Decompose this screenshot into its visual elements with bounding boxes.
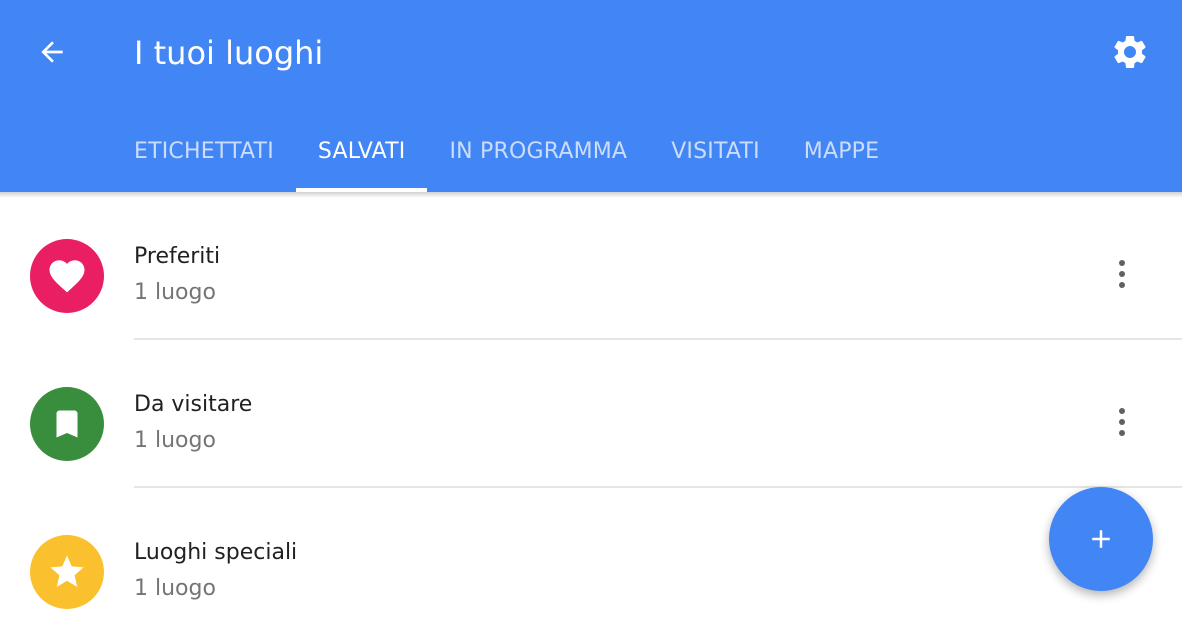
- page-title: I tuoi luoghi: [134, 34, 324, 72]
- tab-label: VISITATI: [671, 138, 760, 164]
- list-subtitle: 1 luogo: [134, 428, 216, 453]
- saved-lists: Preferiti 1 luogo Da visitare 1 luogo Lu…: [0, 192, 1182, 620]
- more-options-button[interactable]: [1100, 252, 1144, 296]
- more-vert-icon: [1119, 408, 1125, 436]
- tab-salvati[interactable]: SALVATI: [295, 110, 428, 192]
- tab-label: IN PROGRAMMA: [449, 138, 628, 164]
- tab-etichettati[interactable]: ETICHETTATI: [112, 110, 296, 192]
- list-avatar: [30, 535, 104, 609]
- tab-label: ETICHETTATI: [134, 138, 274, 164]
- back-button[interactable]: [22, 22, 82, 82]
- list-title: Luoghi speciali: [134, 540, 298, 565]
- add-list-fab[interactable]: [1049, 487, 1153, 591]
- list-avatar: [30, 239, 104, 313]
- more-options-button[interactable]: [1100, 400, 1144, 444]
- list-subtitle: 1 luogo: [134, 576, 216, 601]
- settings-button[interactable]: [1100, 22, 1160, 82]
- app-bar: I tuoi luoghi ETICHETTATI SALVATI IN PRO…: [0, 0, 1182, 192]
- tab-bar: ETICHETTATI SALVATI IN PROGRAMMA VISITAT…: [112, 110, 901, 192]
- tab-label: SALVATI: [317, 138, 406, 164]
- more-vert-icon: [1119, 260, 1125, 288]
- bookmark-icon: [56, 410, 78, 438]
- list-item-da-visitare[interactable]: Da visitare 1 luogo: [0, 340, 1182, 488]
- list-item-luoghi-speciali[interactable]: Luoghi speciali 1 luogo: [0, 488, 1182, 620]
- tab-mappe[interactable]: MAPPE: [782, 110, 901, 192]
- list-title: Preferiti: [134, 244, 221, 269]
- list-item-preferiti[interactable]: Preferiti 1 luogo: [0, 192, 1182, 340]
- arrow-back-icon: [41, 41, 63, 63]
- tab-visitati[interactable]: VISITATI: [649, 110, 782, 192]
- list-title: Da visitare: [134, 392, 253, 417]
- list-avatar: [30, 387, 104, 461]
- plus-icon: [1092, 530, 1110, 548]
- star-icon: [50, 555, 84, 587]
- tab-label: MAPPE: [803, 138, 880, 164]
- heart-icon: [49, 260, 85, 293]
- app-window: I tuoi luoghi ETICHETTATI SALVATI IN PRO…: [0, 0, 1182, 620]
- tab-in-programma[interactable]: IN PROGRAMMA: [427, 110, 649, 192]
- gear-icon: [1114, 35, 1146, 68]
- list-subtitle: 1 luogo: [134, 280, 216, 305]
